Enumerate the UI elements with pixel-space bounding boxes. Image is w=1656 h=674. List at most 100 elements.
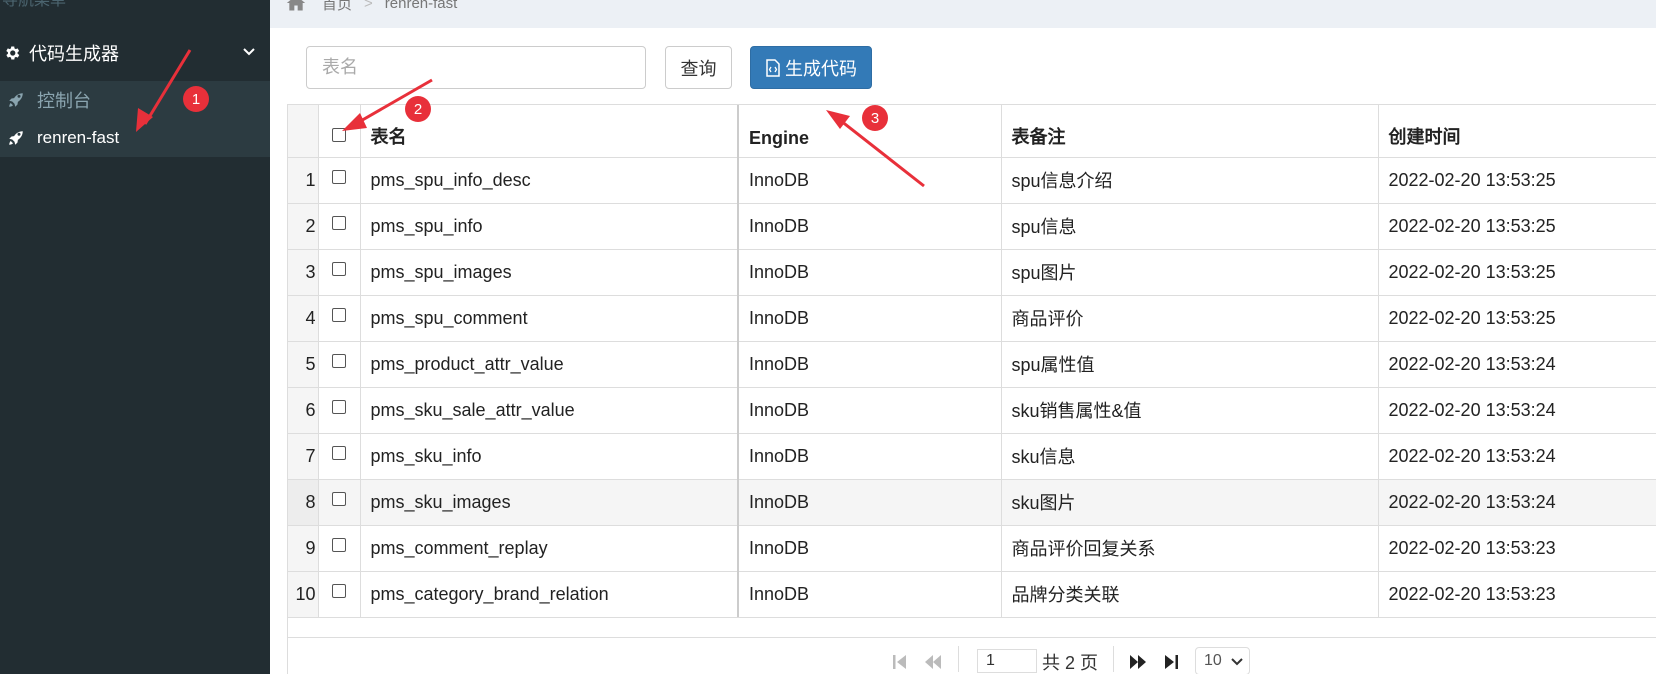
breadcrumb: 首页 > renren-fast (286, 0, 457, 13)
cell-comment: spu图片 (1001, 249, 1379, 296)
rocket-icon (9, 93, 23, 107)
row-checkbox-cell (318, 249, 361, 296)
breadcrumb-separator: > (364, 0, 373, 12)
sidebar: 导航菜单 代码生成器 控制台 renren-fast (0, 0, 270, 674)
row-number: 7 (288, 433, 319, 480)
row-checkbox[interactable] (332, 537, 346, 552)
cell-created-time: 2022-02-20 13:53:24 (1378, 341, 1656, 388)
cell-engine: InnoDB (738, 157, 1002, 204)
page-size-select[interactable]: 10 (1195, 647, 1250, 674)
table-grid: 表名 Engine 表备注 创建时间 1 pms_spu_info_desc Inn… (287, 104, 1656, 674)
row-checkbox[interactable] (332, 215, 346, 230)
annotation-badge-1: 1 (183, 86, 209, 112)
row-number: 10 (288, 571, 319, 618)
cell-created-time: 2022-02-20 13:53:25 (1378, 295, 1656, 342)
table-body: 1 pms_spu_info_desc InnoDB spu信息介绍 2022-02-2… (288, 157, 1656, 618)
table-row[interactable]: 9 pms_comment_replay InnoDB 商品评价回复关系 2022-02… (288, 525, 1656, 572)
cell-comment: sku图片 (1001, 479, 1379, 526)
breadcrumb-current: renren-fast (384, 0, 458, 12)
sidebar-item-console[interactable]: 控制台 (0, 81, 270, 119)
table-row[interactable]: 2 pms_spu_info InnoDB spu信息 2022-02-20 13:53… (288, 203, 1656, 250)
cell-table-name: pms_spu_info (360, 203, 739, 250)
cell-created-time: 2022-02-20 13:53:24 (1378, 479, 1656, 526)
table-header-row: 表名 Engine 表备注 创建时间 (288, 105, 1656, 158)
table-row[interactable]: 6 pms_sku_sale_attr_value InnoDB sku销售属性&值 2… (288, 387, 1656, 434)
cell-comment: spu信息介绍 (1001, 157, 1379, 204)
breadcrumb-bar: 首页 > renren-fast (270, 0, 1656, 28)
tables-list: 表名 Engine 表备注 创建时间 1 pms_spu_info_desc Inn… (288, 105, 1656, 618)
cell-created-time: 2022-02-20 13:53:25 (1378, 157, 1656, 204)
rocket-icon (9, 131, 23, 145)
row-checkbox[interactable] (332, 445, 346, 460)
submenu: 控制台 renren-fast (0, 81, 270, 157)
cell-engine: InnoDB (738, 479, 1002, 526)
last-page-icon[interactable] (1163, 653, 1179, 671)
cell-engine: InnoDB (738, 341, 1002, 388)
row-checkbox-cell (318, 571, 361, 618)
sidebar-item-renren-fast[interactable]: renren-fast (0, 119, 270, 157)
select-all-checkbox[interactable] (332, 127, 346, 142)
table-row[interactable]: 10 pms_category_brand_relation InnoDB 品牌分类关… (288, 571, 1656, 618)
first-page-icon[interactable] (892, 653, 908, 671)
table-name-search-input[interactable] (306, 46, 646, 89)
select-all-cell (318, 105, 361, 158)
generate-code-button[interactable]: 生成代码 (750, 46, 872, 89)
page-number-input[interactable] (977, 649, 1037, 673)
cell-table-name: pms_category_brand_relation (360, 571, 739, 618)
home-icon[interactable] (286, 0, 306, 12)
row-checkbox-cell (318, 387, 361, 434)
cell-engine: InnoDB (738, 249, 1002, 296)
row-checkbox[interactable] (332, 169, 346, 184)
page-size-value: 10 (1204, 652, 1222, 669)
table-row[interactable]: 7 pms_sku_info InnoDB sku信息 2022-02-20 13:53… (288, 433, 1656, 480)
row-number: 4 (288, 295, 319, 342)
cell-table-name: pms_sku_info (360, 433, 739, 480)
table-footer (287, 617, 1656, 637)
cell-created-time: 2022-02-20 13:53:23 (1378, 571, 1656, 618)
row-checkbox-cell (318, 341, 361, 388)
menu-group-code-generator[interactable]: 代码生成器 (0, 34, 270, 72)
annotation-badge-3: 3 (862, 105, 888, 131)
pager-divider (1113, 646, 1114, 672)
cell-table-name: pms_spu_images (360, 249, 739, 296)
cell-table-name: pms_sku_sale_attr_value (360, 387, 739, 434)
prev-page-icon[interactable] (924, 653, 942, 671)
row-number: 2 (288, 203, 319, 250)
cell-created-time: 2022-02-20 13:53:24 (1378, 387, 1656, 434)
cell-created-time: 2022-02-20 13:53:24 (1378, 433, 1656, 480)
annotation-badge-2: 2 (405, 96, 431, 122)
row-checkbox-cell (318, 479, 361, 526)
table-row[interactable]: 5 pms_product_attr_value InnoDB spu属性值 2022-… (288, 341, 1656, 388)
cell-engine: InnoDB (738, 295, 1002, 342)
row-number: 8 (288, 479, 319, 526)
row-checkbox[interactable] (332, 307, 346, 322)
table-row[interactable]: 3 pms_spu_images InnoDB spu图片 2022-02-20 13:… (288, 249, 1656, 296)
cell-comment: 商品评价回复关系 (1001, 525, 1379, 572)
cell-table-name: pms_comment_replay (360, 525, 739, 572)
row-checkbox[interactable] (332, 491, 346, 506)
breadcrumb-home[interactable]: 首页 (322, 0, 352, 14)
query-button[interactable]: 查询 (665, 46, 732, 89)
row-number: 6 (288, 387, 319, 434)
row-checkbox[interactable] (332, 353, 346, 368)
cell-comment: spu属性值 (1001, 341, 1379, 388)
row-checkbox[interactable] (332, 399, 346, 414)
cell-created-time: 2022-02-20 13:53:25 (1378, 203, 1656, 250)
cell-comment: sku销售属性&值 (1001, 387, 1379, 434)
cell-created-time: 2022-02-20 13:53:25 (1378, 249, 1656, 296)
file-code-icon (766, 58, 780, 77)
row-checkbox-cell (318, 157, 361, 204)
row-checkbox[interactable] (332, 583, 346, 598)
table-row[interactable]: 4 pms_spu_comment InnoDB 商品评价 2022-02-20 13:… (288, 295, 1656, 342)
cell-comment: spu信息 (1001, 203, 1379, 250)
column-header-created[interactable]: 创建时间 (1378, 105, 1656, 158)
next-page-icon[interactable] (1129, 653, 1147, 671)
row-checkbox[interactable] (332, 261, 346, 276)
column-header-comment[interactable]: 表备注 (1001, 105, 1379, 158)
cell-engine: InnoDB (738, 387, 1002, 434)
sidebar-item-label: renren-fast (37, 128, 120, 147)
row-checkbox-cell (318, 525, 361, 572)
table-row[interactable]: 1 pms_spu_info_desc InnoDB spu信息介绍 2022-02-2… (288, 157, 1656, 204)
table-row[interactable]: 8 pms_sku_images InnoDB sku图片 2022-02-20 13:… (288, 479, 1656, 526)
row-number: 3 (288, 249, 319, 296)
